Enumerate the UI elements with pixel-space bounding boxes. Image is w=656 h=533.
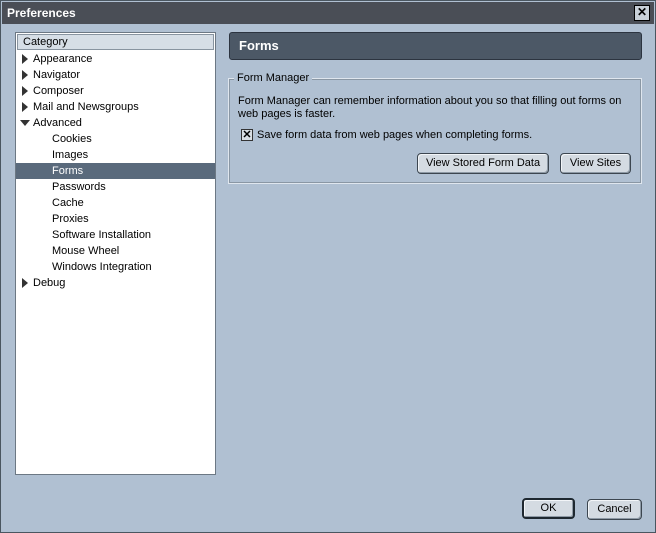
expand-arrow-icon[interactable] [22, 70, 28, 80]
panel-title: Forms [229, 32, 642, 60]
cancel-button[interactable]: Cancel [587, 499, 642, 520]
tree-item-label: Mail and Newsgroups [33, 101, 139, 113]
tree-item-appearance[interactable]: Appearance [16, 51, 215, 67]
title-bar[interactable]: Preferences ✕ [2, 2, 654, 24]
category-column-header[interactable]: Category [17, 34, 214, 50]
view-stored-form-data-button[interactable]: View Stored Form Data [417, 153, 549, 174]
tree-item-label: Proxies [52, 213, 89, 225]
tree-item-label: Images [52, 149, 89, 161]
tree-item-mouse-wheel[interactable]: Mouse Wheel [16, 243, 215, 259]
tree-item-cache[interactable]: Cache [16, 195, 215, 211]
tree-item-images[interactable]: Images [16, 147, 215, 163]
expand-arrow-icon[interactable] [22, 86, 28, 96]
tree-item-label: Cache [52, 197, 84, 209]
tree-item-cookies[interactable]: Cookies [16, 131, 215, 147]
tree-item-label: Navigator [33, 69, 81, 81]
expand-arrow-icon[interactable] [22, 54, 28, 64]
collapse-arrow-icon[interactable] [20, 120, 30, 126]
tree-item-label: Software Installation [52, 229, 152, 241]
tree-item-mail-and-newsgroups[interactable]: Mail and Newsgroups [16, 99, 215, 115]
tree-item-label: Mouse Wheel [52, 245, 120, 257]
expand-arrow-icon[interactable] [22, 102, 28, 112]
preferences-window: Preferences ✕ Category Appearance Naviga… [0, 0, 656, 533]
save-form-data-checkbox[interactable]: ✕ [241, 129, 253, 141]
tree-item-advanced[interactable]: Advanced [16, 115, 215, 131]
tree-item-label: Windows Integration [52, 261, 152, 273]
tree-item-label: Appearance [33, 53, 93, 65]
tree-item-label: Cookies [52, 133, 92, 145]
close-icon[interactable]: ✕ [634, 5, 650, 21]
tree-item-proxies[interactable]: Proxies [16, 211, 215, 227]
tree-item-passwords[interactable]: Passwords [16, 179, 215, 195]
tree-item-label: Composer [33, 85, 84, 97]
group-legend: Form Manager [234, 72, 313, 85]
expand-arrow-icon[interactable] [22, 278, 28, 288]
tree-item-debug[interactable]: Debug [16, 275, 215, 291]
view-sites-button[interactable]: View Sites [560, 153, 631, 174]
form-manager-description: Form Manager can remember information ab… [238, 95, 622, 120]
window-title: Preferences [7, 6, 76, 20]
tree-item-label: Passwords [52, 181, 106, 193]
tree-item-label: Debug [33, 277, 66, 289]
tree-item-label: Forms [52, 165, 84, 177]
tree-item-forms[interactable]: Forms [16, 163, 215, 179]
ok-button[interactable]: OK [522, 498, 575, 519]
category-tree[interactable]: Category Appearance Navigator Composer M… [15, 32, 216, 475]
form-manager-group: Form Manager Form Manager can remember i… [228, 72, 642, 184]
save-form-data-label[interactable]: Save form data from web pages when compl… [257, 128, 532, 142]
tree-item-windows-integration[interactable]: Windows Integration [16, 259, 215, 275]
tree-item-composer[interactable]: Composer [16, 83, 215, 99]
tree-item-navigator[interactable]: Navigator [16, 67, 215, 83]
tree-item-label: Advanced [33, 117, 82, 129]
tree-item-software-installation[interactable]: Software Installation [16, 227, 215, 243]
